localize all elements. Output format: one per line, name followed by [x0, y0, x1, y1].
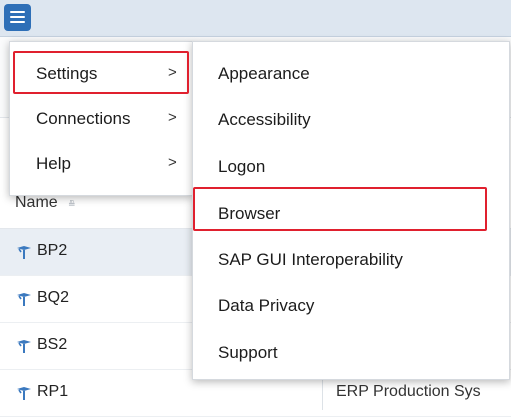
menu-item-label: Connections — [36, 109, 131, 128]
column-header-name[interactable]: Name — [15, 194, 58, 212]
hamburger-icon-bar — [10, 16, 25, 18]
system-name: BQ2 — [37, 289, 70, 306]
system-icon — [17, 340, 31, 353]
submenu-item-appearance[interactable]: Appearance — [218, 64, 310, 84]
browser-highlight-box — [193, 187, 487, 231]
submenu-item-logon[interactable]: Logon — [218, 157, 265, 177]
system-name: RP1 — [37, 383, 69, 400]
menu-item-label: Help — [36, 154, 71, 173]
system-icon — [17, 387, 31, 400]
top-bar — [0, 0, 511, 37]
submenu-item-data-privacy[interactable]: Data Privacy — [218, 296, 314, 316]
hamburger-icon — [10, 11, 25, 13]
chevron-right-icon: > — [168, 109, 177, 126]
hamburger-menu-button[interactable] — [4, 4, 31, 31]
settings-highlight-box — [13, 51, 189, 94]
chevron-right-icon: > — [168, 154, 177, 171]
system-description: ERP Production Sys — [336, 383, 481, 400]
system-icon — [17, 293, 31, 306]
submenu-item-support[interactable]: Support — [218, 343, 278, 363]
submenu-item-sap-gui-interoperability[interactable]: SAP GUI Interoperability — [218, 250, 403, 270]
system-name: BS2 — [37, 336, 68, 353]
sort-icon[interactable]: ≞ — [68, 199, 76, 210]
submenu-item-accessibility[interactable]: Accessibility — [218, 110, 311, 130]
system-name: BP2 — [37, 242, 68, 259]
system-icon — [17, 246, 31, 259]
column-divider — [322, 376, 323, 410]
hamburger-icon-bar — [10, 21, 25, 23]
